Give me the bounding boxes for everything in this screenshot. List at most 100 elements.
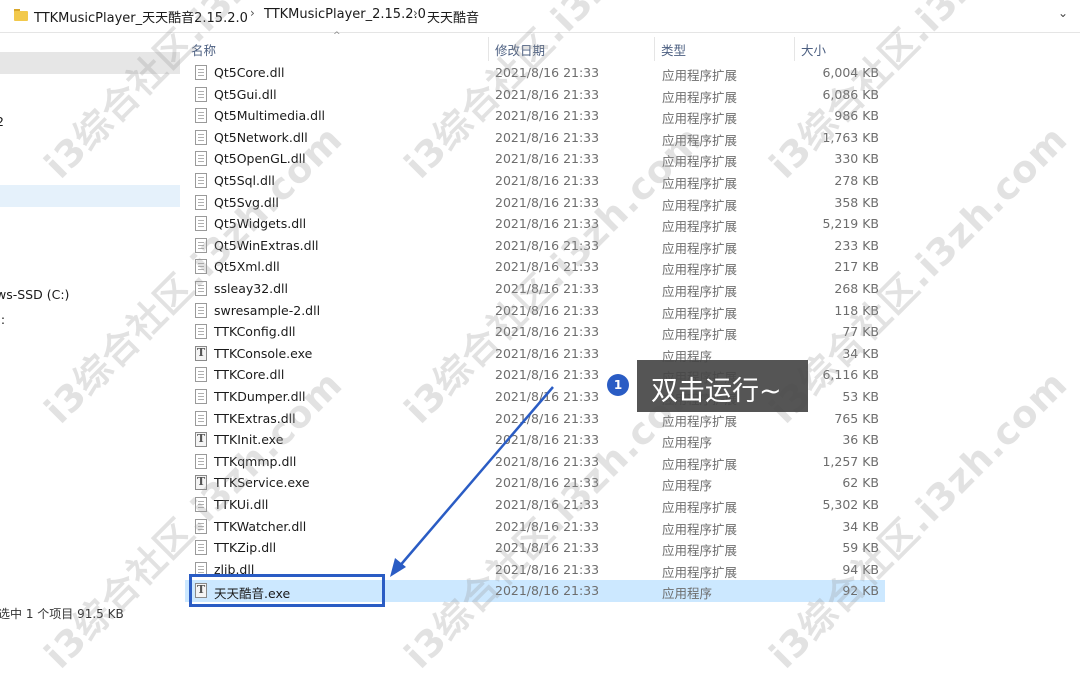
file-name: TTKConsole.exe xyxy=(214,345,313,361)
file-name: Qt5Xml.dll xyxy=(214,259,280,275)
file-row[interactable]: TTKWatcher.dll 2021/8/16 21:33 应用程序扩展 34 KB xyxy=(185,516,885,538)
file-row[interactable]: TTKqmmp.dll 2021/8/16 21:33 应用程序扩展 1,257 KB xyxy=(185,451,885,473)
file-date: 2021/8/16 21:33 xyxy=(495,129,600,145)
file-type: 应用程序扩展 xyxy=(662,521,738,537)
file-name: TTKZip.dll xyxy=(214,540,277,556)
file-type: 应用程序扩展 xyxy=(662,500,738,515)
file-row[interactable]: TTKConfig.dll 2021/8/16 21:33 应用程序扩展 77 KB xyxy=(185,321,885,343)
file-name: Qt5Core.dll xyxy=(214,65,285,80)
file-name: Qt5OpenGL.dll xyxy=(214,151,306,167)
nav-item[interactable] xyxy=(0,52,180,74)
file-date: 2021/8/16 21:33 xyxy=(495,302,600,318)
dll-file-icon xyxy=(195,324,207,340)
file-date: 2021/8/16 21:33 xyxy=(495,108,600,124)
file-size: 268 KB xyxy=(834,281,879,296)
file-size: 5,302 KB xyxy=(822,497,879,512)
nav-item[interactable] xyxy=(0,185,180,207)
file-date: 2021/8/16 21:33 xyxy=(495,65,600,80)
column-header-size[interactable]: 大小 xyxy=(795,37,885,61)
file-type: 应用程序扩展 xyxy=(662,89,738,105)
file-row[interactable]: TTKUi.dll 2021/8/16 21:33 应用程序扩展 5,302 KB xyxy=(185,494,885,516)
dll-file-icon xyxy=(195,108,207,124)
file-row[interactable]: Qt5Sql.dll 2021/8/16 21:33 应用程序扩展 278 KB xyxy=(185,170,885,192)
file-size: 330 KB xyxy=(834,151,879,167)
file-date: 2021/8/16 21:33 xyxy=(495,475,600,491)
file-row[interactable]: Qt5Core.dll 2021/8/16 21:33 应用程序扩展 6,004 KB xyxy=(185,62,885,84)
file-type: 应用程序 xyxy=(662,586,713,602)
dll-file-icon xyxy=(195,65,207,80)
status-bar: 选中 1 个项目 91.5 KB xyxy=(0,607,124,621)
file-size: 6,004 KB xyxy=(822,65,879,80)
file-row[interactable]: Qt5Xml.dll 2021/8/16 21:33 应用程序扩展 217 KB xyxy=(185,256,885,278)
highlight-box xyxy=(189,574,385,607)
breadcrumb-segment-root[interactable]: TTKMusicPlayer_天天酷音2.15.2.0 xyxy=(34,7,248,26)
address-breadcrumb[interactable]: TTKMusicPlayer_天天酷音2.15.2.0 › TTKMusicPl… xyxy=(0,0,1080,33)
dll-file-icon xyxy=(195,237,207,253)
file-row[interactable]: TTKInit.exe 2021/8/16 21:33 应用程序 36 KB xyxy=(185,429,885,451)
file-type: 应用程序扩展 xyxy=(662,176,738,191)
file-size: 34 KB xyxy=(842,345,879,361)
file-row[interactable]: Qt5Network.dll 2021/8/16 21:33 应用程序扩展 1,763… xyxy=(185,127,885,149)
breadcrumb-segment-version[interactable]: TTKMusicPlayer_2.15.2.0 xyxy=(264,7,426,22)
nav-item-drive-c[interactable]: ws-SSD (C:) xyxy=(0,284,180,306)
column-header-name[interactable]: 名称 xyxy=(185,37,489,61)
file-row[interactable]: Qt5Multimedia.dll 2021/8/16 21:33 应用程序扩展 98… xyxy=(185,105,885,127)
column-header-date[interactable]: 修改日期 xyxy=(489,37,655,61)
chevron-right-icon[interactable]: › xyxy=(250,6,255,20)
column-header-type[interactable]: 类型 xyxy=(655,37,795,61)
application-icon xyxy=(195,345,207,361)
dll-file-icon xyxy=(195,216,207,232)
file-date: 2021/8/16 21:33 xyxy=(495,453,600,469)
file-name: TTKExtras.dll xyxy=(214,410,296,426)
file-type: 应用程序扩展 xyxy=(662,68,738,83)
breadcrumb-segment-current[interactable]: 天天酷音 xyxy=(427,7,479,26)
file-row[interactable]: swresample-2.dll 2021/8/16 21:33 应用程序扩展 118… xyxy=(185,300,885,322)
file-row[interactable]: TTKZip.dll 2021/8/16 21:33 应用程序扩展 59 KB xyxy=(185,537,885,559)
dll-file-icon xyxy=(195,410,207,426)
folder-icon xyxy=(14,9,28,21)
nav-item[interactable]: 2 xyxy=(0,111,180,133)
file-size: 986 KB xyxy=(834,108,879,124)
dll-file-icon xyxy=(195,281,207,296)
file-type: 应用程序 xyxy=(662,435,713,451)
nav-item-drive[interactable]: ): xyxy=(0,309,180,331)
file-type: 应用程序扩展 xyxy=(662,413,738,429)
file-name: swresample-2.dll xyxy=(214,302,321,318)
file-name: Qt5Svg.dll xyxy=(214,194,279,210)
file-date: 2021/8/16 21:33 xyxy=(495,410,600,426)
file-type: 应用程序扩展 xyxy=(662,111,738,127)
file-name: Qt5Multimedia.dll xyxy=(214,108,326,124)
file-size: 118 KB xyxy=(834,302,879,318)
application-icon xyxy=(195,432,207,448)
file-name: TTKWatcher.dll xyxy=(214,518,307,534)
file-row[interactable]: Qt5OpenGL.dll 2021/8/16 21:33 应用程序扩展 330 KB xyxy=(185,148,885,170)
file-name: Qt5Gui.dll xyxy=(214,86,277,102)
file-size: 77 KB xyxy=(842,324,879,340)
file-row[interactable]: ssleay32.dll 2021/8/16 21:33 应用程序扩展 268 KB xyxy=(185,278,885,300)
file-date: 2021/8/16 21:33 xyxy=(495,345,600,361)
file-name: Qt5Widgets.dll xyxy=(214,216,307,232)
dll-file-icon xyxy=(195,194,207,210)
file-type: 应用程序扩展 xyxy=(662,327,738,343)
file-row[interactable]: Qt5Svg.dll 2021/8/16 21:33 应用程序扩展 358 KB xyxy=(185,192,885,214)
file-size: 92 KB xyxy=(842,583,879,599)
dll-file-icon xyxy=(195,540,207,556)
file-size: 1,257 KB xyxy=(822,453,879,469)
file-type: 应用程序扩展 xyxy=(662,305,738,321)
chevron-right-icon[interactable]: › xyxy=(413,6,418,20)
file-type: 应用程序 xyxy=(662,478,713,494)
file-date: 2021/8/16 21:33 xyxy=(495,518,600,534)
navigation-pane: 2 ws-SSD (C:) ): xyxy=(0,33,180,615)
file-row[interactable]: Qt5WinExtras.dll 2021/8/16 21:33 应用程序扩展 233… xyxy=(185,235,885,257)
file-size: 217 KB xyxy=(834,259,879,275)
file-row[interactable]: Qt5Gui.dll 2021/8/16 21:33 应用程序扩展 6,086 KB xyxy=(185,84,885,106)
dll-file-icon xyxy=(195,86,207,102)
step-badge: 1 xyxy=(607,374,629,396)
file-row[interactable]: Qt5Widgets.dll 2021/8/16 21:33 应用程序扩展 5,219… xyxy=(185,213,885,235)
chevron-down-icon[interactable]: ⌄ xyxy=(1058,6,1068,20)
file-size: 62 KB xyxy=(842,475,879,491)
dll-file-icon xyxy=(195,173,207,188)
dll-file-icon xyxy=(195,497,207,512)
dll-file-icon xyxy=(195,259,207,275)
file-row[interactable]: TTKService.exe 2021/8/16 21:33 应用程序 62 KB xyxy=(185,472,885,494)
